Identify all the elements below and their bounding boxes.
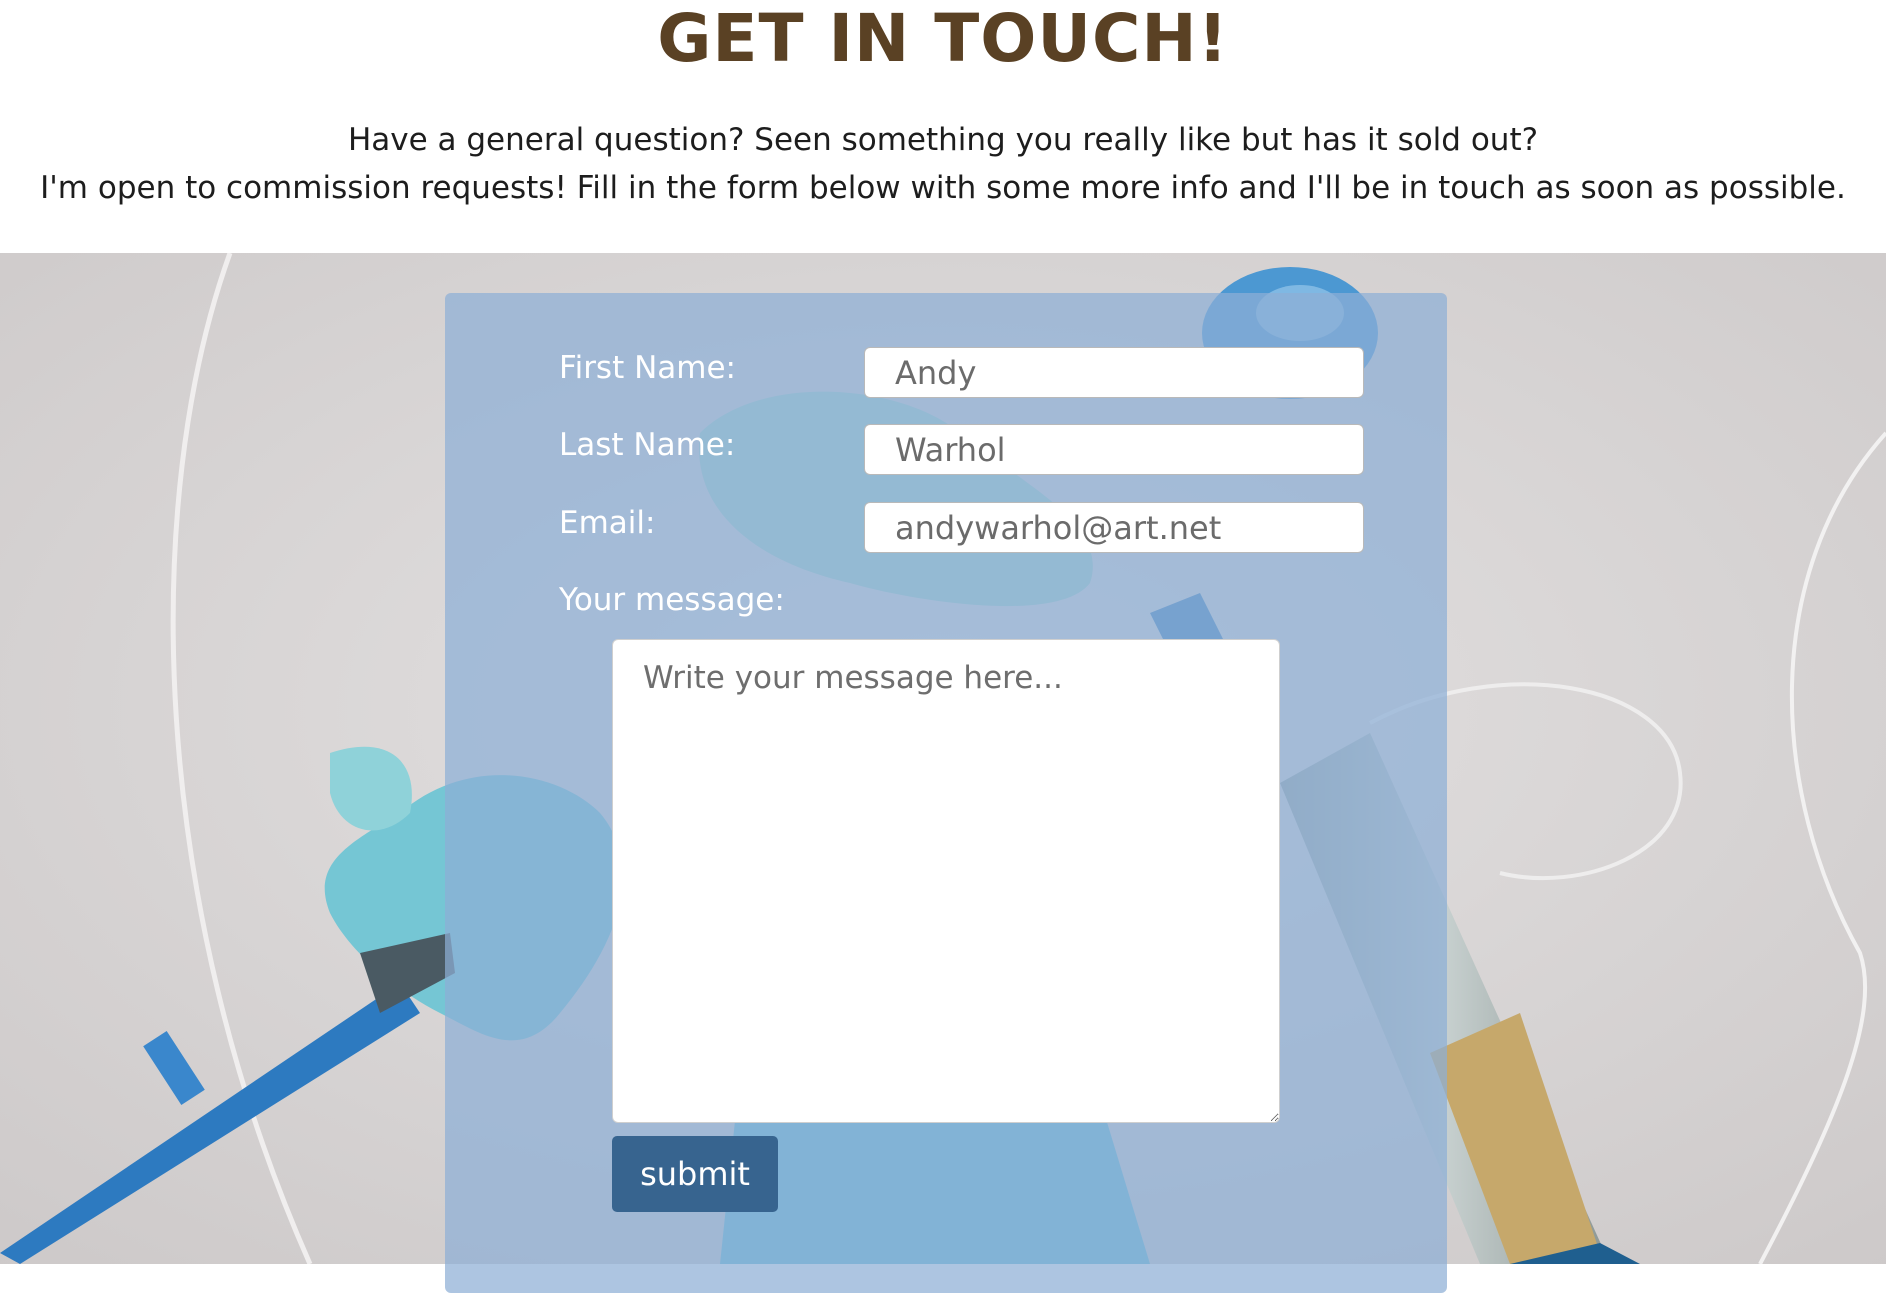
last-name-label: Last Name:: [559, 427, 736, 463]
email-label: Email:: [559, 505, 656, 541]
submit-button[interactable]: submit: [612, 1136, 778, 1212]
message-textarea[interactable]: [612, 639, 1280, 1123]
first-name-label: First Name:: [559, 350, 736, 386]
intro-line-1: Have a general question? Seen something …: [347, 122, 1539, 158]
page-title: GET IN TOUCH!: [657, 0, 1229, 77]
intro-line-2: I'm open to commission requests! Fill in…: [40, 170, 1846, 206]
first-name-field[interactable]: [864, 347, 1364, 398]
intro-text: Have a general question? Seen something …: [0, 116, 1886, 212]
email-field[interactable]: [864, 502, 1364, 553]
last-name-field[interactable]: [864, 424, 1364, 475]
page-header: GET IN TOUCH! Have a general question? S…: [0, 0, 1886, 253]
message-label: Your message:: [559, 582, 785, 618]
